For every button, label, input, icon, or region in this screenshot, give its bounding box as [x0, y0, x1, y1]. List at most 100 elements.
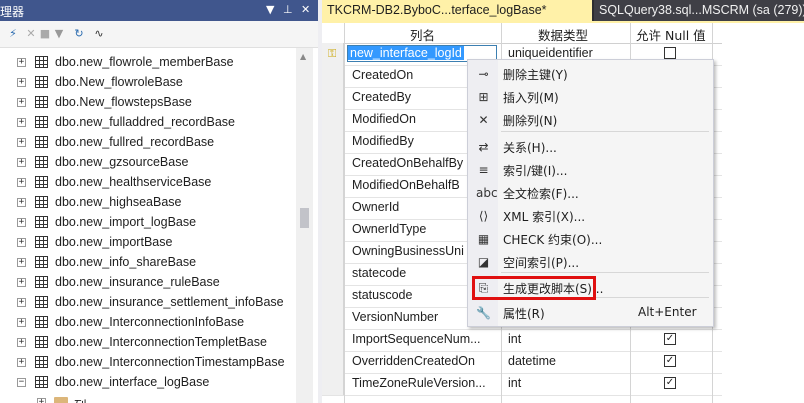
tree-item-columns-folder[interactable]: +列: [0, 393, 296, 403]
expand-icon[interactable]: +: [17, 98, 26, 107]
menu-item[interactable]: ≡ 索引/键(I)...: [468, 159, 713, 181]
column-row[interactable]: ImportSequenceNum... int ✓: [322, 329, 722, 352]
menu-item[interactable]: abc 全文检索(F)...: [468, 182, 713, 204]
column-name-cell[interactable]: OwnerIdType: [352, 222, 426, 236]
expand-icon[interactable]: +: [17, 258, 26, 267]
refresh-icon[interactable]: ↻: [72, 27, 86, 41]
row-header[interactable]: [322, 307, 344, 329]
data-type-cell[interactable]: datetime: [508, 354, 556, 368]
column-name-cell[interactable]: ImportSequenceNum...: [352, 332, 481, 346]
tree-item[interactable]: + dbo.new_highseaBase: [0, 193, 296, 213]
menu-item[interactable]: 🔧 属性(R) Alt+Enter: [468, 302, 713, 324]
explorer-scrollbar[interactable]: ▲: [296, 48, 313, 403]
allow-null-checkbox[interactable]: ✓: [664, 355, 676, 367]
tree-item[interactable]: + dbo.new_flowrole_memberBase: [0, 53, 296, 73]
menu-item[interactable]: ⊸ 删除主键(Y): [468, 63, 713, 85]
expand-icon[interactable]: +: [17, 138, 26, 147]
row-header[interactable]: [322, 175, 344, 197]
row-header[interactable]: [322, 241, 344, 263]
menu-item[interactable]: ⇄ 关系(H)...: [468, 136, 713, 158]
tree-item[interactable]: + dbo.new_import_logBase: [0, 213, 296, 233]
expand-icon[interactable]: +: [17, 318, 26, 327]
expand-icon[interactable]: +: [17, 238, 26, 247]
column-name-cell[interactable]: OverriddenCreatedOn: [352, 354, 475, 368]
row-header[interactable]: [322, 153, 344, 175]
dropdown-icon[interactable]: ▼: [266, 3, 274, 16]
expand-icon[interactable]: +: [17, 298, 26, 307]
tree-item[interactable]: + dbo.new_insurance_settlement_infoBase: [0, 293, 296, 313]
expand-icon[interactable]: +: [17, 78, 26, 87]
row-header[interactable]: [322, 263, 344, 285]
row-header[interactable]: [322, 131, 344, 153]
column-name-cell[interactable]: statuscode: [352, 288, 412, 302]
column-name-cell[interactable]: ModifiedOn: [352, 112, 416, 126]
tree-item[interactable]: + dbo.new_fulladdred_recordBase: [0, 113, 296, 133]
column-name-cell[interactable]: CreatedBy: [352, 90, 411, 104]
column-name-cell[interactable]: TimeZoneRuleVersion...: [352, 376, 486, 390]
data-type-cell[interactable]: int: [508, 332, 521, 346]
data-type-cell[interactable]: uniqueidentifier: [508, 46, 593, 60]
expand-icon[interactable]: +: [37, 398, 46, 403]
close-icon[interactable]: ✕: [301, 3, 310, 16]
tree-item[interactable]: + dbo.new_fullred_recordBase: [0, 133, 296, 153]
disconnect-icon[interactable]: ✕: [24, 27, 38, 41]
column-name-cell[interactable]: ModifiedOnBehalfB: [352, 178, 460, 192]
column-name-cell[interactable]: VersionNumber: [352, 310, 438, 324]
row-header[interactable]: [322, 65, 344, 87]
stop-icon[interactable]: ■: [38, 27, 52, 41]
tree-item[interactable]: + dbo.new_InterconnectionTempletBase: [0, 333, 296, 353]
tree-item[interactable]: + dbo.new_InterconnectionTimestampBase: [0, 353, 296, 373]
tree-item[interactable]: + dbo.New_flowstepsBase: [0, 93, 296, 113]
row-header[interactable]: [322, 219, 344, 241]
expand-icon[interactable]: +: [17, 178, 26, 187]
tree-item[interactable]: + dbo.new_insurance_ruleBase: [0, 273, 296, 293]
connect-icon[interactable]: ⚡: [6, 27, 20, 41]
column-row[interactable]: OverriddenCreatedOn datetime ✓: [322, 351, 722, 374]
allow-null-checkbox[interactable]: [664, 47, 676, 59]
row-header[interactable]: [322, 87, 344, 109]
column-name-cell[interactable]: statecode: [352, 266, 406, 280]
expand-icon[interactable]: +: [17, 158, 26, 167]
tree-item[interactable]: + dbo.new_info_shareBase: [0, 253, 296, 273]
menu-item[interactable]: ✕ 删除列(N): [468, 109, 713, 131]
tree-item[interactable]: + dbo.new_InterconnectionInfoBase: [0, 313, 296, 333]
menu-item[interactable]: ⟨⟩ XML 索引(X)...: [468, 205, 713, 227]
row-header[interactable]: ⚿: [322, 43, 344, 65]
row-header[interactable]: [322, 285, 344, 307]
menu-item[interactable]: ▦ CHECK 约束(O)...: [468, 228, 713, 250]
expand-icon[interactable]: +: [17, 198, 26, 207]
tree-item[interactable]: + dbo.New_flowroleBase: [0, 73, 296, 93]
tab-table-designer[interactable]: TKCRM-DB2.ByboC...terface_logBase*: [322, 0, 592, 21]
row-header[interactable]: [322, 109, 344, 131]
tree-item[interactable]: + dbo.new_healthserviceBase: [0, 173, 296, 193]
allow-null-checkbox[interactable]: ✓: [664, 377, 676, 389]
activity-icon[interactable]: ∿: [92, 27, 106, 41]
row-header[interactable]: [322, 197, 344, 219]
scroll-up-icon[interactable]: ▲: [300, 52, 306, 61]
row-header[interactable]: [322, 351, 344, 373]
expand-icon[interactable]: +: [17, 358, 26, 367]
column-name-cell[interactable]: OwningBusinessUni: [352, 244, 464, 258]
expand-icon[interactable]: +: [17, 338, 26, 347]
expand-icon[interactable]: +: [17, 278, 26, 287]
scrollbar-thumb[interactable]: [300, 208, 309, 228]
tree-item[interactable]: + dbo.new_gzsourceBase: [0, 153, 296, 173]
expand-icon[interactable]: +: [17, 58, 26, 67]
row-header[interactable]: [322, 373, 344, 395]
tab-sql-query[interactable]: SQLQuery38.sql...MSCRM (sa (279)): [594, 0, 804, 21]
tree-item[interactable]: + dbo.new_importBase: [0, 233, 296, 253]
menu-item[interactable]: ◪ 空间索引(P)...: [468, 251, 713, 273]
pin-icon[interactable]: ⊥: [283, 3, 293, 16]
filter-icon[interactable]: ▼: [52, 27, 66, 41]
row-header[interactable]: [322, 329, 344, 351]
expand-icon[interactable]: +: [17, 118, 26, 127]
column-name-cell[interactable]: CreatedOn: [352, 68, 413, 82]
data-type-cell[interactable]: int: [508, 376, 521, 390]
tree-item[interactable]: − dbo.new_interface_logBase: [0, 373, 296, 393]
column-name-cell[interactable]: ModifiedBy: [352, 134, 414, 148]
column-row[interactable]: TimeZoneRuleVersion... int ✓: [322, 373, 722, 396]
expand-icon[interactable]: +: [17, 218, 26, 227]
column-name-cell[interactable]: OwnerId: [352, 200, 399, 214]
collapse-icon[interactable]: −: [17, 378, 26, 387]
column-name-cell[interactable]: CreatedOnBehalfBy: [352, 156, 463, 170]
